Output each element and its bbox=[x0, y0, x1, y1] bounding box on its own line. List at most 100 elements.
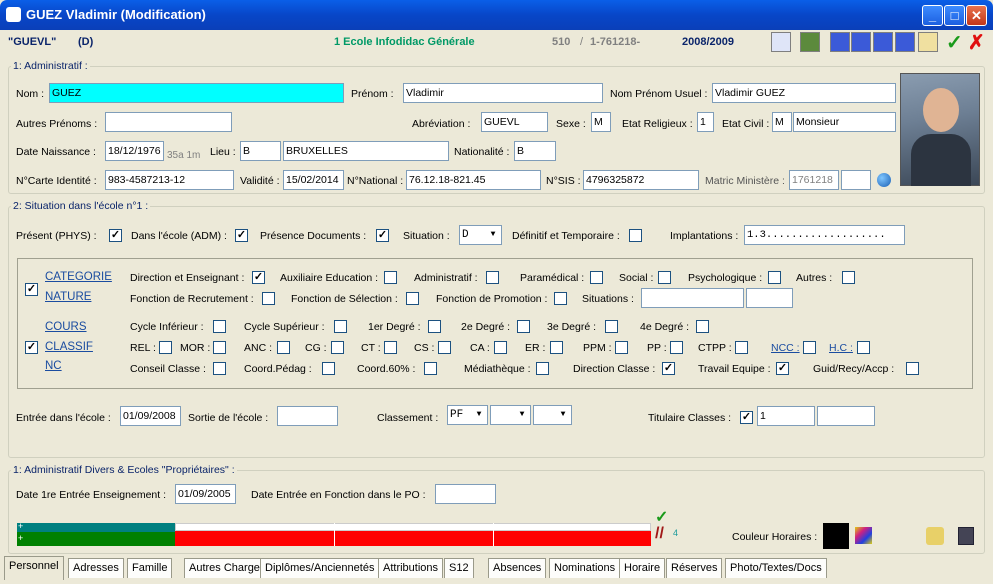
categorie-checkbox[interactable]: ✓ bbox=[25, 283, 38, 296]
nature-link[interactable]: NATURE bbox=[45, 291, 91, 303]
tab-reserves[interactable]: Réserves bbox=[666, 558, 723, 578]
situation-select[interactable]: D ▼ bbox=[459, 225, 502, 245]
social-checkbox[interactable] bbox=[658, 271, 671, 284]
strike-icon[interactable]: // bbox=[655, 525, 664, 543]
auxiliaire-checkbox[interactable] bbox=[384, 271, 397, 284]
close-button[interactable]: ✕ bbox=[966, 5, 987, 26]
travail-equipe-checkbox[interactable]: ✓ bbox=[776, 362, 789, 375]
guid-checkbox[interactable] bbox=[906, 362, 919, 375]
tab-nominations[interactable]: Nominations bbox=[549, 558, 621, 578]
hc-link[interactable]: H.C : bbox=[829, 342, 853, 354]
classement-select[interactable]: PF ▼ bbox=[447, 405, 488, 425]
psychologique-checkbox[interactable] bbox=[768, 271, 781, 284]
dans-checkbox[interactable]: ✓ bbox=[235, 229, 248, 242]
last-record-icon[interactable] bbox=[895, 32, 915, 52]
prev-record-icon[interactable] bbox=[851, 32, 871, 52]
mediatheque-checkbox[interactable] bbox=[536, 362, 549, 375]
classif-link[interactable]: CLASSIF bbox=[45, 341, 93, 353]
lieu-code-field[interactable]: B bbox=[240, 141, 281, 161]
situations-extra-field[interactable] bbox=[746, 288, 793, 308]
direction-enseignant-checkbox[interactable]: ✓ bbox=[252, 271, 265, 284]
carte-field[interactable]: 983-4587213-12 bbox=[105, 170, 234, 190]
civil-code-field[interactable]: M bbox=[772, 112, 792, 132]
abrev-field[interactable]: GUEVL bbox=[481, 112, 548, 132]
plus-icon[interactable]: + bbox=[18, 521, 23, 531]
date1-field[interactable]: 01/09/2005 bbox=[175, 484, 236, 504]
ct-checkbox[interactable] bbox=[384, 341, 397, 354]
anc-checkbox[interactable] bbox=[277, 341, 290, 354]
palette-icon[interactable] bbox=[855, 527, 872, 544]
prenom-field[interactable]: Vladimir bbox=[403, 83, 603, 103]
degre4-checkbox[interactable] bbox=[696, 320, 709, 333]
ppm-checkbox[interactable] bbox=[615, 341, 628, 354]
tab-photo[interactable]: Photo/Textes/Docs bbox=[725, 558, 827, 578]
selection-checkbox[interactable] bbox=[406, 292, 419, 305]
administratif-checkbox[interactable] bbox=[486, 271, 499, 284]
tab-horaire[interactable]: Horaire bbox=[619, 558, 666, 578]
tab-personnel[interactable]: Personnel bbox=[4, 556, 64, 580]
validate-icon[interactable]: ✓ bbox=[946, 30, 963, 55]
maximize-button[interactable]: □ bbox=[944, 5, 965, 26]
cycle-inferieur-checkbox[interactable] bbox=[213, 320, 226, 333]
titulaire-extra-field[interactable] bbox=[817, 406, 875, 426]
usuel-field[interactable]: Vladimir GUEZ bbox=[712, 83, 896, 103]
cycle-superieur-checkbox[interactable] bbox=[334, 320, 347, 333]
matric-extra-field[interactable] bbox=[841, 170, 871, 190]
cs-checkbox[interactable] bbox=[438, 341, 451, 354]
definitif-checkbox[interactable] bbox=[629, 229, 642, 242]
cours-link[interactable]: COURS bbox=[45, 321, 87, 333]
next-record-icon[interactable] bbox=[873, 32, 893, 52]
validite-field[interactable]: 15/02/2014 bbox=[283, 170, 344, 190]
search-icon[interactable] bbox=[926, 527, 944, 545]
titulaire-checkbox[interactable]: ✓ bbox=[740, 411, 753, 424]
ncc-link[interactable]: NCC : bbox=[771, 342, 800, 354]
nom-field[interactable]: GUEZ bbox=[49, 83, 344, 103]
sortie-field[interactable] bbox=[277, 406, 338, 426]
sexe-field[interactable]: M bbox=[591, 112, 611, 132]
globe-icon[interactable] bbox=[877, 173, 891, 187]
tab-absences[interactable]: Absences bbox=[488, 558, 547, 578]
rel-checkbox[interactable] bbox=[159, 341, 172, 354]
tab-adresses[interactable]: Adresses bbox=[68, 558, 124, 578]
color-swatch[interactable] bbox=[823, 523, 849, 549]
tab-autres-charges[interactable]: Autres Charges bbox=[184, 558, 271, 578]
ctpp-checkbox[interactable] bbox=[735, 341, 748, 354]
nationalite-field[interactable]: B bbox=[514, 141, 556, 161]
plus-icon[interactable]: + bbox=[18, 533, 23, 543]
sis-field[interactable]: 4796325872 bbox=[583, 170, 699, 190]
conseil-classe-checkbox[interactable] bbox=[213, 362, 226, 375]
tab-famille[interactable]: Famille bbox=[127, 558, 173, 578]
notes-icon[interactable] bbox=[918, 32, 938, 52]
ncc-checkbox[interactable] bbox=[803, 341, 816, 354]
religieux-field[interactable]: 1 bbox=[697, 112, 714, 132]
situations-field[interactable] bbox=[641, 288, 744, 308]
present-checkbox[interactable]: ✓ bbox=[109, 229, 122, 242]
national-field[interactable]: 76.12.18-821.45 bbox=[406, 170, 541, 190]
coord60-checkbox[interactable] bbox=[424, 362, 437, 375]
classement-select-2[interactable]: ▼ bbox=[490, 405, 531, 425]
degre2-checkbox[interactable] bbox=[517, 320, 530, 333]
degre1-checkbox[interactable] bbox=[428, 320, 441, 333]
minimize-button[interactable]: _ bbox=[922, 5, 943, 26]
check-icon[interactable]: ✓ bbox=[655, 507, 668, 527]
hc-checkbox[interactable] bbox=[857, 341, 870, 354]
cours-checkbox[interactable]: ✓ bbox=[25, 341, 38, 354]
presence-checkbox[interactable]: ✓ bbox=[376, 229, 389, 242]
autres-checkbox[interactable] bbox=[842, 271, 855, 284]
categorie-link[interactable]: CATEGORIE bbox=[45, 271, 112, 283]
civil-field[interactable]: Monsieur bbox=[793, 112, 896, 132]
tools-icon[interactable] bbox=[800, 32, 820, 52]
recrutement-checkbox[interactable] bbox=[262, 292, 275, 305]
cancel-icon[interactable]: ✗ bbox=[968, 30, 985, 55]
degre3-checkbox[interactable] bbox=[605, 320, 618, 333]
titulaire-field[interactable]: 1 bbox=[757, 406, 815, 426]
first-record-icon[interactable] bbox=[830, 32, 850, 52]
pp-checkbox[interactable] bbox=[670, 341, 683, 354]
paramedical-checkbox[interactable] bbox=[590, 271, 603, 284]
coord-pedag-checkbox[interactable] bbox=[322, 362, 335, 375]
direction-classe-checkbox[interactable]: ✓ bbox=[662, 362, 675, 375]
autres-prenoms-field[interactable] bbox=[105, 112, 232, 132]
implantations-field[interactable]: 1.3................... bbox=[744, 225, 905, 245]
lieu-field[interactable]: BRUXELLES bbox=[283, 141, 449, 161]
date2-field[interactable] bbox=[435, 484, 496, 504]
